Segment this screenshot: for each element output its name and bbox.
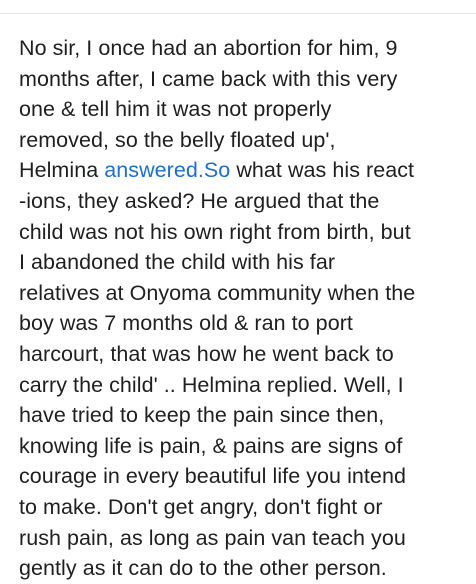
post-line: one & tell him it was not properly xyxy=(19,97,332,122)
post-line: to make. Don't get angry, don't fight or xyxy=(19,494,383,519)
post-line: carry the child' .. Helmina replied. Wel… xyxy=(19,372,404,397)
post-line: I abandoned the child with his far xyxy=(19,250,336,275)
post-line: -ions, they asked? He argued that the xyxy=(19,188,380,213)
answered-link[interactable]: answered.So xyxy=(104,158,230,182)
top-divider xyxy=(0,13,476,14)
post-text: No sir, I once had an abortion for him, … xyxy=(19,33,467,584)
post-text-segment: Helmina xyxy=(19,158,105,183)
post-line: removed, so the belly floated up', xyxy=(19,127,336,152)
post-line: have tried to keep the pain since then, xyxy=(19,403,385,428)
post-line: boy was 7 months old & ran to port xyxy=(19,311,353,336)
post-text-segment: what was his react xyxy=(230,158,415,183)
post-line: Helmina answered.So what was his react xyxy=(19,155,467,186)
post-line: months after, I came back with this very xyxy=(19,66,398,91)
post-line: No sir, I once had an abortion for him, … xyxy=(19,36,398,60)
post-line: courage in every beautiful life you inte… xyxy=(19,464,406,489)
post-line: rush pain, as long as pain van teach you xyxy=(19,525,406,550)
post-line: harcourt, that was how he went back to xyxy=(19,341,394,366)
post-line: child was not his own right from birth, … xyxy=(19,219,411,244)
post-line: knowing life is pain, & pains are signs … xyxy=(19,433,403,458)
post-line: relatives at Onyoma community when the xyxy=(19,280,416,305)
post-line: gently as it can do to the other person. xyxy=(19,556,387,581)
